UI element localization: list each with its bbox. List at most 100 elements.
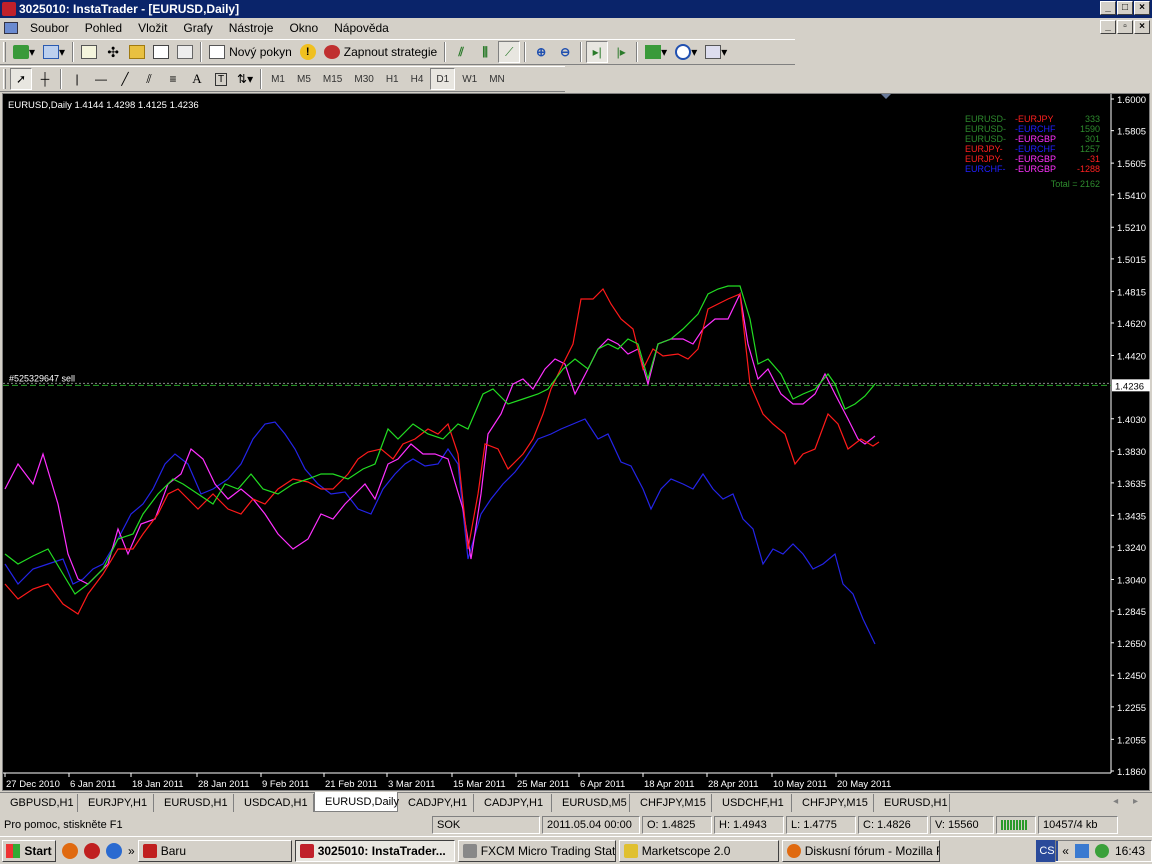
quick-launch-more-icon[interactable]: » [128, 844, 135, 858]
chart-tab[interactable]: GBPUSD,H1 [0, 794, 78, 812]
candle-chart-button[interactable]: ⫼ [474, 41, 496, 63]
task-instatrader[interactable]: 3025010: InstaTrader... [294, 839, 455, 862]
equidistant-channel-button[interactable]: ⫽ [138, 68, 160, 90]
legend-value: -1288 [1077, 164, 1100, 174]
toolbar-grip[interactable] [3, 69, 6, 89]
cursor-button[interactable]: ➚ [10, 68, 32, 90]
menu-bar: Soubor Pohled Vložit Grafy Nástroje Okno… [0, 18, 1152, 38]
chart-tab[interactable]: CADJPY,H1 [474, 794, 552, 812]
zoom-in-button[interactable]: ⊕ [530, 41, 552, 63]
task-marketscope[interactable]: Marketscope 2.0 [618, 839, 779, 862]
child-minimize-button[interactable]: _ [1100, 20, 1116, 34]
menu-okno[interactable]: Okno [281, 21, 326, 35]
arrows-button[interactable]: ⇅ ▾ [234, 68, 256, 90]
legend-left: EURJPY- [965, 144, 1003, 154]
navigator-button[interactable]: ✣ [102, 41, 124, 63]
maximize-button[interactable]: □ [1117, 1, 1133, 15]
alert-button[interactable]: ! [297, 41, 319, 63]
child-close-button[interactable]: × [1134, 20, 1150, 34]
chart-tab[interactable]: CHFJPY,M15 [792, 794, 874, 812]
toolbar-grip[interactable] [3, 42, 6, 62]
text-label-button[interactable]: T [210, 68, 232, 90]
crosshair-button[interactable]: ┼ [34, 68, 56, 90]
tf-w1[interactable]: W1 [457, 68, 482, 90]
taskbar: Start » Baru 3025010: InstaTrader... FXC… [0, 836, 1152, 864]
tf-h4[interactable]: H4 [406, 68, 429, 90]
line-chart-icon: ⟋ [504, 44, 514, 59]
chart-tab[interactable]: CHFJPY,M15 [630, 794, 712, 812]
fibonacci-button[interactable]: ≡ [162, 68, 184, 90]
menu-nastroje[interactable]: Nástroje [221, 21, 282, 35]
date-tick-label: 18 Apr 2011 [644, 779, 695, 790]
chart-tab[interactable]: EURUSD,Daily [314, 792, 399, 812]
templates-button[interactable]: ▾ [702, 41, 730, 63]
legend-left: EURCHF- [965, 164, 1006, 174]
profiles-button[interactable]: ▾ [40, 41, 68, 63]
chart-window[interactable]: 1.6000 1.5805 1.5605 1.5410 1.5210 1.5015 1.48… [2, 93, 1150, 791]
chart-tab[interactable]: USDCHF,H1 [712, 794, 792, 812]
task-label: FXCM Micro Trading Stati... [480, 843, 616, 858]
date-tick-label: 28 Apr 2011 [708, 779, 759, 790]
vertical-line-button[interactable]: | [66, 68, 88, 90]
zoom-out-button[interactable]: ⊖ [554, 41, 576, 63]
status-open: O: 1.4825 [642, 816, 712, 834]
bar-chart-button[interactable]: ⫽ [450, 41, 472, 63]
tab-scroll-arrows[interactable]: ◂ ▸ [1113, 796, 1144, 807]
child-restore-button[interactable]: ▫ [1117, 20, 1133, 34]
text-icon: A [192, 71, 202, 86]
chart-tab[interactable]: EURUSD,H1 [154, 794, 234, 812]
autoscroll-button[interactable]: ▸| [586, 41, 609, 63]
line-chart-button[interactable]: ⟋ [498, 41, 521, 63]
chart-tab[interactable]: EURUSD,M5 [552, 794, 630, 812]
tf-h1[interactable]: H1 [381, 68, 404, 90]
folder-button[interactable] [126, 41, 148, 63]
opera-icon[interactable] [84, 842, 100, 859]
menu-grafy[interactable]: Grafy [175, 21, 220, 35]
menu-napoveda[interactable]: Nápověda [326, 21, 397, 35]
close-button[interactable]: × [1134, 1, 1150, 15]
tray-expand-icon[interactable]: « [1062, 844, 1069, 858]
menu-vlozit[interactable]: Vložit [130, 21, 175, 35]
network-icon[interactable] [1074, 844, 1089, 858]
menu-soubor[interactable]: Soubor [22, 21, 77, 35]
security-icon[interactable] [1094, 844, 1109, 858]
task-firefox[interactable]: Diskusní fórum - Mozilla F... [781, 839, 940, 862]
trendline-button[interactable]: ╱ [114, 68, 136, 90]
firefox-icon[interactable] [62, 842, 78, 859]
new-order-button[interactable]: Nový pokyn [206, 41, 295, 63]
shift-marker-icon [881, 94, 891, 99]
instatrader-logo-icon [2, 2, 16, 16]
price-chart[interactable]: 1.6000 1.5805 1.5605 1.5410 1.5210 1.5015 1.48… [3, 94, 1151, 792]
chart-tab[interactable]: USDCAD,H1 [234, 794, 314, 812]
document-icon[interactable] [4, 22, 18, 34]
new-order-label: Nový pokyn [229, 45, 292, 59]
menu-pohled[interactable]: Pohled [77, 21, 130, 35]
tf-m15[interactable]: M15 [318, 68, 347, 90]
strategies-button[interactable]: Zapnout strategie [321, 41, 440, 63]
order-label: #525329647 sell [9, 373, 75, 383]
horizontal-line-button[interactable]: — [90, 68, 112, 90]
periods-button[interactable]: ▾ [672, 41, 700, 63]
new-chart-button[interactable]: ▾ [10, 41, 38, 63]
tf-m30[interactable]: M30 [349, 68, 378, 90]
tf-m5[interactable]: M5 [292, 68, 316, 90]
indicators-button[interactable]: ▾ [642, 41, 670, 63]
windows-flag-icon [6, 843, 21, 858]
tf-m1[interactable]: M1 [266, 68, 290, 90]
terminal-button[interactable] [150, 41, 172, 63]
chart-tab[interactable]: CADJPY,H1 [398, 794, 474, 812]
start-button[interactable]: Start [2, 839, 56, 862]
task-fxcm[interactable]: FXCM Micro Trading Stati... [457, 839, 616, 862]
status-close: C: 1.4826 [858, 816, 928, 834]
chart-shift-button[interactable]: |▸ [610, 41, 632, 63]
tester-button[interactable] [174, 41, 196, 63]
task-baru[interactable]: Baru [137, 839, 292, 862]
tf-mn[interactable]: MN [484, 68, 510, 90]
ie-icon[interactable] [106, 842, 122, 859]
minimize-button[interactable]: _ [1100, 1, 1116, 15]
text-button[interactable]: A [186, 68, 208, 90]
chart-tab[interactable]: EURUSD,H1 [874, 794, 950, 812]
market-watch-button[interactable] [78, 41, 100, 63]
chart-tab[interactable]: EURJPY,H1 [78, 794, 154, 812]
tf-d1[interactable]: D1 [430, 68, 456, 90]
